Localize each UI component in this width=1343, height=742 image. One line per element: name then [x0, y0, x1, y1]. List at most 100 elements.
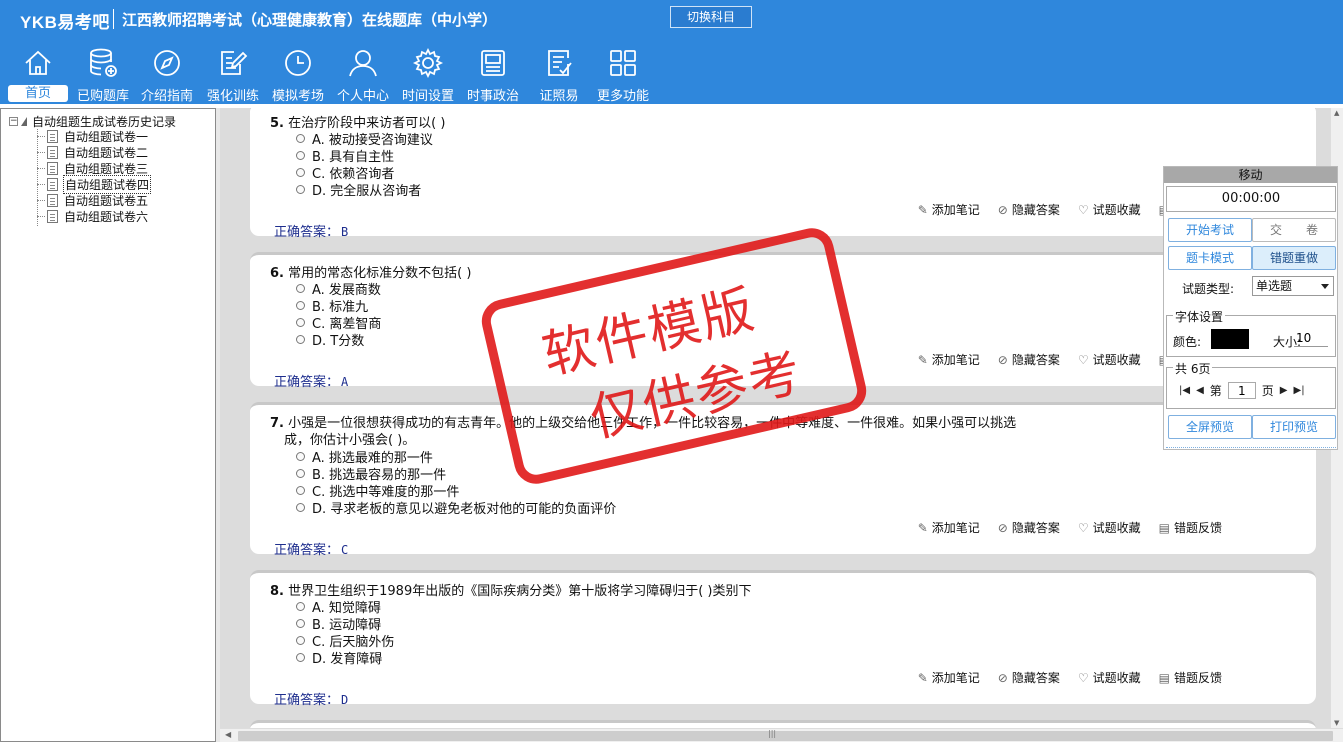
last-page-icon[interactable]: ▶|: [1294, 385, 1305, 396]
font-size-input[interactable]: [1294, 329, 1328, 347]
hide-answer-button[interactable]: ⊘ 隐藏答案: [998, 351, 1060, 368]
question-option[interactable]: D. 完全服从咨询者: [296, 180, 421, 199]
question-type-select[interactable]: 单选题: [1252, 276, 1334, 296]
correct-answer: 正确答案： A: [274, 375, 349, 390]
radio-button[interactable]: [296, 284, 305, 293]
favorite-button[interactable]: ♡ 试题收藏: [1078, 669, 1141, 686]
nav-item-training[interactable]: 强化训练: [202, 46, 264, 104]
nav-label: 时事政治: [466, 89, 519, 104]
add-note-button[interactable]: ✎ 添加笔记: [918, 669, 980, 686]
nav-item-profile[interactable]: 个人中心: [332, 46, 394, 104]
eye-slash-icon: ⊘: [997, 520, 1008, 535]
hide-answer-button[interactable]: ⊘ 隐藏答案: [998, 519, 1060, 536]
tree-item-paper[interactable]: 自动组题试卷五: [37, 192, 149, 208]
submit-exam-button[interactable]: 交 卷: [1252, 218, 1336, 242]
add-note-button[interactable]: ✎ 添加笔记: [918, 519, 980, 536]
next-page-icon[interactable]: ▶: [1280, 385, 1288, 396]
radio-button[interactable]: [296, 318, 305, 327]
favorite-button[interactable]: ♡ 试题收藏: [1078, 519, 1141, 536]
add-note-button[interactable]: ✎ 添加笔记: [918, 201, 980, 218]
nav-item-license[interactable]: 证照易: [528, 46, 590, 104]
add-note-button[interactable]: ✎ 添加笔记: [918, 351, 980, 368]
first-page-icon[interactable]: |◀: [1179, 385, 1190, 396]
radio-button[interactable]: [296, 619, 305, 628]
nav-item-current-affairs[interactable]: 时事政治: [462, 46, 524, 104]
compass-icon: [154, 50, 180, 76]
nav-item-more[interactable]: 更多功能: [592, 46, 654, 104]
radio-button[interactable]: [296, 168, 305, 177]
question-actions: ✎添加笔记 ⊘隐藏答案 ♡试题收藏 ▤错题反馈: [918, 669, 1222, 686]
eye-slash-icon: ⊘: [997, 352, 1008, 367]
tree-item-label: 自动组题试卷五: [64, 193, 149, 208]
radio-button[interactable]: [296, 486, 305, 495]
tree-item-paper-selected[interactable]: 自动组题试卷四: [37, 174, 152, 194]
pagination-controls: |◀ ◀ 第 页 ▶ ▶|: [1179, 382, 1305, 399]
favorite-button[interactable]: ♡ 试题收藏: [1078, 201, 1141, 218]
clock-icon: [285, 50, 311, 76]
hide-answer-button[interactable]: ⊘ 隐藏答案: [998, 669, 1060, 686]
radio-button[interactable]: [296, 653, 305, 662]
fullscreen-preview-button[interactable]: 全屏预览: [1168, 415, 1252, 439]
heart-icon: ♡: [1077, 202, 1089, 217]
print-preview-button[interactable]: 打印预览: [1252, 415, 1336, 439]
document-icon: [47, 145, 58, 159]
report-error-button[interactable]: ▤错题反馈: [1159, 669, 1222, 686]
tree-item-paper[interactable]: 自动组题试卷六: [37, 208, 149, 224]
question-card: 5. 在治疗阶段中来访者可以( ) A. 被动接受咨询建议 B. 具有自主性 C…: [250, 108, 1316, 240]
nav-label: 更多功能: [596, 89, 649, 104]
heart-icon: ♡: [1077, 520, 1089, 535]
page-prefix: 第: [1209, 384, 1222, 398]
radio-button[interactable]: [296, 185, 305, 194]
nav-item-purchased[interactable]: 已购题库: [72, 46, 134, 104]
document-icon: [47, 177, 58, 191]
report-icon: ▤: [1158, 520, 1170, 535]
correct-answer: 正确答案： B: [274, 225, 349, 240]
scrollbar-thumb[interactable]: [238, 731, 1333, 741]
font-color-swatch[interactable]: [1211, 329, 1249, 349]
radio-button[interactable]: [296, 134, 305, 143]
question-type-label: 试题类型:: [1182, 282, 1235, 296]
nav-item-time-settings[interactable]: 时间设置: [397, 46, 459, 104]
nav-item-mock-exam[interactable]: 模拟考场: [267, 46, 329, 104]
radio-button[interactable]: [296, 469, 305, 478]
redo-wrong-button[interactable]: 错题重做: [1252, 246, 1336, 270]
question-card: [250, 720, 1316, 728]
panel-move-handle[interactable]: 移动: [1164, 167, 1337, 183]
page-number-input[interactable]: [1227, 382, 1256, 399]
tree-item-label: 自动组题试卷六: [64, 209, 149, 224]
font-settings-legend: 字体设置: [1173, 308, 1226, 325]
question-option[interactable]: D. 发育障碍: [296, 648, 382, 667]
radio-button[interactable]: [296, 301, 305, 310]
scroll-down-icon[interactable]: ▼: [1334, 719, 1339, 727]
nav-item-home[interactable]: 首页: [8, 46, 68, 104]
radio-button[interactable]: [296, 503, 305, 512]
scroll-left-icon[interactable]: ◀: [225, 730, 231, 739]
report-error-button[interactable]: ▤错题反馈: [1159, 519, 1222, 536]
tree-item-paper[interactable]: 自动组题试卷一: [37, 128, 149, 144]
radio-button[interactable]: [296, 602, 305, 611]
question-option[interactable]: D. 寻求老板的意见以避免老板对他的可能的负面评价: [296, 498, 616, 517]
favorite-button[interactable]: ♡ 试题收藏: [1078, 351, 1141, 368]
start-exam-button[interactable]: 开始考试: [1168, 218, 1252, 242]
question-option[interactable]: D. T分数: [296, 330, 364, 349]
radio-button[interactable]: [296, 335, 305, 344]
tree-item-paper[interactable]: 自动组题试卷二: [37, 144, 149, 160]
font-settings-group: 字体设置 颜色: 大小:: [1166, 308, 1336, 357]
prev-page-icon[interactable]: ◀: [1196, 385, 1204, 396]
radio-button[interactable]: [296, 452, 305, 461]
scroll-up-icon[interactable]: ▲: [1334, 109, 1339, 117]
heart-icon: ♡: [1077, 670, 1089, 685]
gear-icon: [412, 47, 444, 79]
exam-timer: 00:00:00: [1166, 186, 1336, 212]
horizontal-scrollbar[interactable]: ◀ |||: [220, 728, 1343, 742]
radio-button[interactable]: [296, 636, 305, 645]
hide-answer-button[interactable]: ⊘ 隐藏答案: [998, 201, 1060, 218]
page-suffix: 页: [1261, 384, 1274, 398]
folder-triangle-icon: [21, 116, 27, 126]
card-mode-button[interactable]: 题卡模式: [1168, 246, 1252, 270]
radio-button[interactable]: [296, 151, 305, 160]
tree-collapse-toggle[interactable]: −: [9, 116, 18, 126]
switch-subject-button[interactable]: 切换科目: [670, 6, 752, 28]
nav-item-guide[interactable]: 介绍指南: [136, 46, 198, 104]
nav-label: 首页: [8, 85, 68, 102]
